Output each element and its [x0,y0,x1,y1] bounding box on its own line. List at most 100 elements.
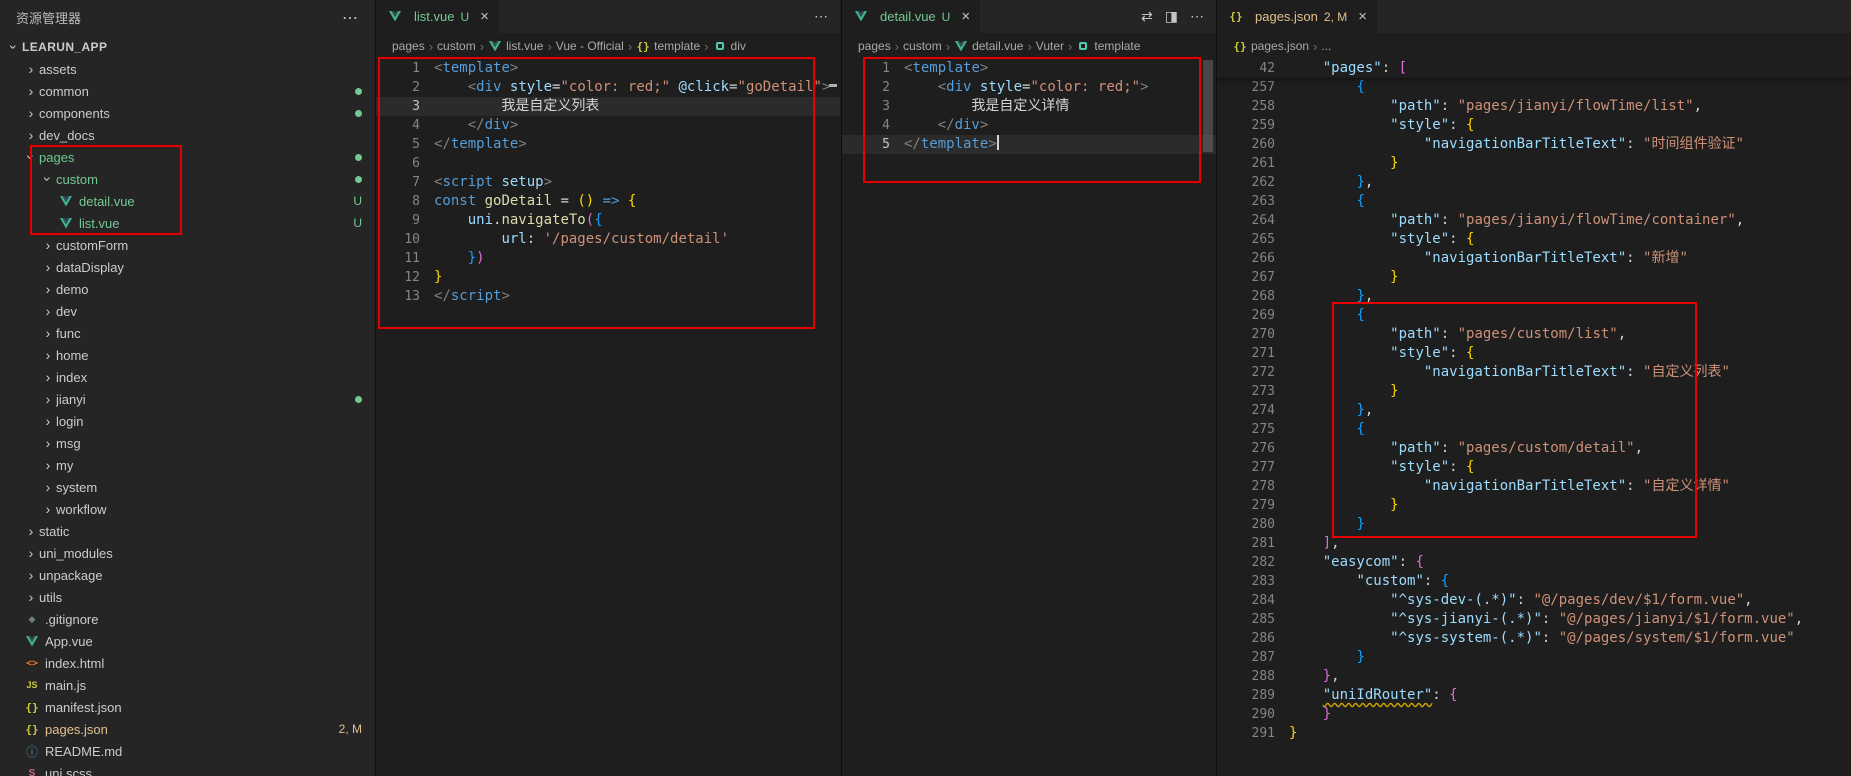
explorer-file-manifest.json[interactable]: {}manifest.json [0,696,374,718]
explorer-file-main.js[interactable]: JSmain.js [0,674,374,696]
close-icon[interactable]: × [1358,9,1367,24]
explorer-folder-common[interactable]: ›common [0,80,374,102]
code-line-2[interactable]: 2 <div style="color: red;" @click="goDet… [376,78,840,97]
code-line-278[interactable]: 278 "navigationBarTitleText": "自定义详情" [1217,477,1851,496]
explorer-folder-assets[interactable]: ›assets [0,58,374,80]
explorer-folder-demo[interactable]: ›demo [0,278,374,300]
explorer-folder-LEARUN_APP[interactable]: ›LEARUN_APP [0,36,374,58]
breadcrumb-item[interactable]: detail.vue [954,39,1023,53]
code-line-13[interactable]: 13</script> [376,287,840,306]
tab-detail.vue[interactable]: detail.vueU× [842,0,980,33]
code-line-282[interactable]: 282 "easycom": { [1217,553,1851,572]
code-line-281[interactable]: 281 ], [1217,534,1851,553]
explorer-folder-utils[interactable]: ›utils [0,586,374,608]
code-line-1[interactable]: 1<template> [376,59,840,78]
code-line-276[interactable]: 276 "path": "pages/custom/detail", [1217,439,1851,458]
explorer-folder-home[interactable]: ›home [0,344,374,366]
explorer-file-index.html[interactable]: <>index.html [0,652,374,674]
explorer-folder-jianyi[interactable]: ›jianyi [0,388,374,410]
more-actions-icon[interactable]: ⋯ [1190,8,1204,25]
code-line-3[interactable]: 3 我是自定义列表 [376,97,840,116]
code-line-279[interactable]: 279 } [1217,496,1851,515]
explorer-folder-system[interactable]: ›system [0,476,374,498]
explorer-folder-workflow[interactable]: ›workflow [0,498,374,520]
code-line-267[interactable]: 267 } [1217,268,1851,287]
explorer-folder-msg[interactable]: ›msg [0,432,374,454]
code-line-5[interactable]: 5</template> [376,135,840,154]
breadcrumb-item[interactable]: Vue - Official [556,39,624,53]
explorer-folder-uni_modules[interactable]: ›uni_modules [0,542,374,564]
breadcrumb-item[interactable]: pages [858,39,891,53]
tab-pages.json[interactable]: {}pages.json2, M× [1217,0,1377,33]
code-line-6[interactable]: 6 [376,154,840,173]
code-line-8[interactable]: 8const goDetail = () => { [376,192,840,211]
code-line-290[interactable]: 290 } [1217,705,1851,724]
breadcrumb-item[interactable]: {}template [636,39,700,53]
sticky-scroll-line[interactable]: 42 "pages": [ [1217,59,1851,78]
code-line-10[interactable]: 10 url: '/pages/custom/detail' [376,230,840,249]
explorer-folder-index[interactable]: ›index [0,366,374,388]
explorer-folder-my[interactable]: ›my [0,454,374,476]
code-line-7[interactable]: 7<script setup> [376,173,840,192]
code-line-12[interactable]: 12} [376,268,840,287]
explorer-file-pages.json[interactable]: {}pages.json2, M [0,718,374,740]
breadcrumb-item[interactable]: custom [903,39,942,53]
explorer-file-list.vue[interactable]: list.vueU [0,212,374,234]
code-line-263[interactable]: 263 { [1217,192,1851,211]
explorer-folder-custom[interactable]: ›custom [0,168,374,190]
breadcrumb-item[interactable]: custom [437,39,476,53]
code-line-1[interactable]: 1<template> [842,59,1216,78]
explorer-folder-customForm[interactable]: ›customForm [0,234,374,256]
code-line-257[interactable]: 257 { [1217,78,1851,97]
explorer-folder-static[interactable]: ›static [0,520,374,542]
breadcrumb-item[interactable]: pages [392,39,425,53]
code-line-272[interactable]: 272 "navigationBarTitleText": "自定义列表" [1217,363,1851,382]
explorer-file-uni.scss[interactable]: Suni.scss [0,762,374,776]
explorer-folder-dev[interactable]: ›dev [0,300,374,322]
code-line-9[interactable]: 9 uni.navigateTo({ [376,211,840,230]
code-line-288[interactable]: 288 }, [1217,667,1851,686]
code-line-265[interactable]: 265 "style": { [1217,230,1851,249]
code-line-11[interactable]: 11 }) [376,249,840,268]
code-line-3[interactable]: 3 我是自定义详情 [842,97,1216,116]
code-line-4[interactable]: 4 </div> [842,116,1216,135]
code-line-285[interactable]: 285 "^sys-jianyi-(.*)": "@/pages/jianyi/… [1217,610,1851,629]
code-line-262[interactable]: 262 }, [1217,173,1851,192]
explorer-file-README.md[interactable]: ⓘREADME.md [0,740,374,762]
code-line-42[interactable]: 42 "pages": [ [1217,59,1851,78]
scrollbar-thumb[interactable] [1203,60,1213,152]
tab-list.vue[interactable]: list.vueU× [376,0,499,33]
code-line-258[interactable]: 258 "path": "pages/jianyi/flowTime/list"… [1217,97,1851,116]
code-line-259[interactable]: 259 "style": { [1217,116,1851,135]
breadcrumb-item[interactable]: {}pages.json [1233,39,1309,53]
code-line-269[interactable]: 269 { [1217,306,1851,325]
code-line-283[interactable]: 283 "custom": { [1217,572,1851,591]
more-actions-icon[interactable]: ⋯ [814,8,828,25]
code-line-275[interactable]: 275 { [1217,420,1851,439]
breadcrumb-item[interactable]: div [713,39,746,53]
explorer-folder-pages[interactable]: ›pages [0,146,374,168]
code-line-5[interactable]: 5</template> [842,135,1216,154]
explorer-folder-func[interactable]: ›func [0,322,374,344]
close-icon[interactable]: × [961,9,970,24]
code-line-291[interactable]: 291} [1217,724,1851,743]
more-actions-icon[interactable]: ⋯ [342,8,358,28]
explorer-file-.gitignore[interactable]: ◆.gitignore [0,608,374,630]
code-line-4[interactable]: 4 </div> [376,116,840,135]
code-line-273[interactable]: 273 } [1217,382,1851,401]
code-line-260[interactable]: 260 "navigationBarTitleText": "时间组件验证" [1217,135,1851,154]
open-changes-icon[interactable]: ⇄ [1141,8,1153,25]
code-line-289[interactable]: 289 "uniIdRouter": { [1217,686,1851,705]
code-line-287[interactable]: 287 } [1217,648,1851,667]
code-line-284[interactable]: 284 "^sys-dev-(.*)": "@/pages/dev/$1/for… [1217,591,1851,610]
explorer-file-detail.vue[interactable]: detail.vueU [0,190,374,212]
code-line-286[interactable]: 286 "^sys-system-(.*)": "@/pages/system/… [1217,629,1851,648]
code-line-261[interactable]: 261 } [1217,154,1851,173]
breadcrumb-item[interactable]: template [1076,39,1140,53]
code-line-268[interactable]: 268 }, [1217,287,1851,306]
explorer-folder-components[interactable]: ›components [0,102,374,124]
code-line-277[interactable]: 277 "style": { [1217,458,1851,477]
split-editor-icon[interactable]: ◨ [1165,8,1178,25]
breadcrumb-item[interactable]: Vuter [1036,39,1064,53]
explorer-folder-dataDisplay[interactable]: ›dataDisplay [0,256,374,278]
